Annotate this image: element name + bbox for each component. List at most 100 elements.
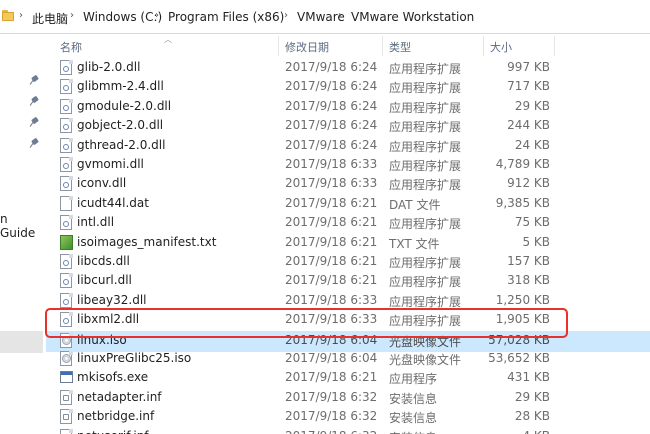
file-row[interactable]: glib-2.0.dll 2017/9/18 6:24 应用程序扩展 997 KB <box>46 58 650 77</box>
file-row[interactable]: gthread-2.0.dll 2017/9/18 6:24 应用程序扩展 24 KB <box>46 136 650 155</box>
file-modified-date: 2017/9/18 6:21 <box>285 254 378 268</box>
file-size: 75 KB <box>514 215 550 230</box>
file-name: gthread-2.0.dll <box>77 137 166 152</box>
column-header-size[interactable]: 大小 <box>490 39 512 55</box>
column-divider[interactable] <box>278 36 279 56</box>
inf-file-icon <box>60 389 73 405</box>
file-row[interactable]: gvmomi.dll 2017/9/18 6:33 应用程序扩展 4,789 KB <box>46 155 650 174</box>
file-size: 717 KB <box>507 79 550 94</box>
breadcrumb-vmware-workstation[interactable]: VMware Workstation <box>351 10 474 24</box>
file-type: 应用程序 <box>389 372 438 387</box>
file-modified-date: 2017/9/18 6:21 <box>285 195 378 210</box>
file-type: 应用程序扩展 <box>389 100 462 115</box>
breadcrumb-separator-icon: › <box>284 10 288 21</box>
sort-ascending-icon: ︿ <box>164 35 172 44</box>
dll-icon <box>60 292 73 308</box>
file-size: 431 KB <box>507 370 550 385</box>
file-size: 29 KB <box>514 389 550 404</box>
file-type: 安装信息 <box>389 411 438 426</box>
sidebar-selected-item[interactable] <box>0 331 43 353</box>
file-row[interactable]: libcds.dll 2017/9/18 6:21 应用程序扩展 157 KB <box>46 252 650 271</box>
dll-icon <box>60 118 73 134</box>
highlight-annotation <box>45 308 568 338</box>
file-type: DAT 文件 <box>389 197 441 212</box>
file-type: 应用程序扩展 <box>389 256 462 270</box>
file-name: gvmomi.dll <box>77 157 144 171</box>
file-name: gobject-2.0.dll <box>77 118 164 133</box>
column-divider[interactable] <box>382 36 383 56</box>
column-divider[interactable] <box>483 36 484 56</box>
file-name: glib-2.0.dll <box>77 60 141 74</box>
file-type: 应用程序扩展 <box>389 217 462 232</box>
dll-icon <box>60 273 73 289</box>
file-row[interactable]: libcurl.dll 2017/9/18 6:21 应用程序扩展 318 KB <box>46 271 650 290</box>
file-type: 应用程序扩展 <box>389 139 462 154</box>
breadcrumb-program-files-x86[interactable]: Program Files (x86) <box>168 10 284 24</box>
file-size: 157 KB <box>507 254 550 268</box>
file-row[interactable]: libeay32.dll 2017/9/18 6:33 应用程序扩展 1,250 KB <box>46 291 650 310</box>
breadcrumb-windows-c[interactable]: Windows (C:) <box>83 10 162 24</box>
file-row[interactable]: icudt44l.dat 2017/9/18 6:21 DAT 文件 9,385 KB <box>46 194 650 213</box>
file-size: 912 KB <box>507 176 550 191</box>
dll-icon <box>60 60 73 75</box>
dll-icon <box>60 215 73 231</box>
column-header-type[interactable]: 类型 <box>389 39 411 55</box>
pin-icon[interactable] <box>29 74 39 85</box>
file-modified-date: 2017/9/18 6:24 <box>285 79 378 94</box>
exe-icon <box>60 370 73 385</box>
file-size: 28 KB <box>514 409 550 424</box>
file-type: 应用程序扩展 <box>389 62 462 76</box>
file-type: 安装信息 <box>389 391 438 406</box>
file-modified-date: 2017/9/18 6:32 <box>285 429 377 434</box>
file-name: isoimages_manifest.txt <box>77 234 217 249</box>
file-size: 318 KB <box>507 273 550 288</box>
file-row[interactable]: netadapter.inf 2017/9/18 6:32 安装信息 29 KB <box>46 388 650 407</box>
column-header-name[interactable]: 名称 <box>60 39 82 55</box>
file-name: libeay32.dll <box>77 292 147 307</box>
file-row[interactable]: iconv.dll 2017/9/18 6:33 应用程序扩展 912 KB <box>46 174 650 193</box>
dll-icon <box>60 254 73 269</box>
file-size: 4,789 KB <box>495 157 550 171</box>
navigation-pane: n Guide <box>0 34 46 434</box>
file-modified-date: 2017/9/18 6:33 <box>285 292 378 307</box>
manifest-file-icon <box>60 234 73 250</box>
file-row[interactable]: gmodule-2.0.dll 2017/9/18 6:24 应用程序扩展 29 KB <box>46 97 650 116</box>
breadcrumb-this-pc[interactable]: 此电脑 <box>32 10 68 27</box>
breadcrumb-separator-icon: › <box>19 10 23 21</box>
file-name: linuxPreGlibc25.iso <box>77 351 192 365</box>
pin-icon[interactable] <box>29 95 39 106</box>
file-name: gmodule-2.0.dll <box>77 98 172 113</box>
dll-icon <box>60 98 73 114</box>
file-type: TXT 文件 <box>389 236 440 251</box>
column-header-date[interactable]: 修改日期 <box>285 39 329 55</box>
file-row[interactable]: intl.dll 2017/9/18 6:21 应用程序扩展 75 KB <box>46 213 650 232</box>
blank-file-icon <box>60 195 73 211</box>
file-modified-date: 2017/9/18 6:33 <box>285 176 378 191</box>
file-row[interactable]: netbridge.inf 2017/9/18 6:32 安装信息 28 KB <box>46 407 650 426</box>
file-row[interactable]: isoimages_manifest.txt 2017/9/18 6:21 TXT … <box>46 233 650 252</box>
file-row[interactable]: gobject-2.0.dll 2017/9/18 6:24 应用程序扩展 244 K… <box>46 116 650 135</box>
file-row[interactable]: glibmm-2.4.dll 2017/9/18 6:24 应用程序扩展 717 KB <box>46 77 650 96</box>
pin-icon[interactable] <box>29 137 39 148</box>
column-divider[interactable] <box>554 36 555 56</box>
pin-icon[interactable] <box>29 116 39 127</box>
file-modified-date: 2017/9/18 6:32 <box>285 409 378 424</box>
file-name: libcurl.dll <box>77 273 132 288</box>
address-bar[interactable]: › 此电脑 › Windows (C:) › Program Files (x8… <box>0 0 650 34</box>
file-row[interactable]: mkisofs.exe 2017/9/18 6:21 应用程序 431 KB <box>46 368 650 387</box>
file-type: 应用程序扩展 <box>389 81 462 96</box>
file-row[interactable]: netuserif.inf 2017/9/18 6:32 安装信息 4 KB <box>46 427 650 434</box>
file-name: netadapter.inf <box>77 389 162 404</box>
file-size: 4 KB <box>522 429 550 434</box>
file-list: glib-2.0.dll 2017/9/18 6:24 应用程序扩展 997 KB gl… <box>46 58 650 434</box>
file-name: netuserif.inf <box>77 429 149 434</box>
file-row[interactable]: linuxPreGlibc25.iso 2017/9/18 6:04 光盘映像文件 5… <box>46 349 650 368</box>
file-size: 5 KB <box>522 234 550 249</box>
file-modified-date: 2017/9/18 6:21 <box>285 273 378 288</box>
sidebar-item-guide[interactable]: n Guide <box>0 212 46 240</box>
file-modified-date: 2017/9/18 6:33 <box>285 157 378 171</box>
inf-file-icon <box>60 409 73 425</box>
file-modified-date: 2017/9/18 6:24 <box>285 98 378 113</box>
file-type: 光盘映像文件 <box>389 353 462 367</box>
file-modified-date: 2017/9/18 6:24 <box>285 137 378 152</box>
